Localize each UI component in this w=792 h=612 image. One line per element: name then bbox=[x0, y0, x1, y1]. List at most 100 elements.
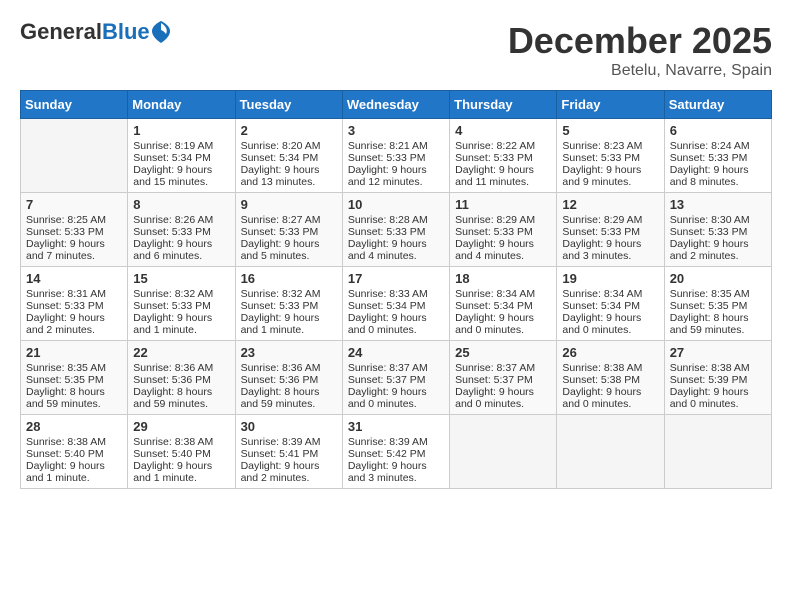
sunset-text: Sunset: 5:33 PM bbox=[241, 300, 337, 312]
daylight-text: Daylight: 9 hours and 0 minutes. bbox=[562, 386, 658, 410]
sunrise-text: Sunrise: 8:28 AM bbox=[348, 214, 444, 226]
day-number: 2 bbox=[241, 123, 337, 138]
calendar-table: SundayMondayTuesdayWednesdayThursdayFrid… bbox=[20, 90, 772, 489]
sunset-text: Sunset: 5:33 PM bbox=[455, 226, 551, 238]
weekday-header-monday: Monday bbox=[128, 91, 235, 119]
day-number: 21 bbox=[26, 345, 122, 360]
calendar-cell: 29 Sunrise: 8:38 AMSunset: 5:40 PMDayligh… bbox=[128, 415, 235, 489]
calendar-week-row: 21Sunrise: 8:35 AMSunset: 5:35 PMDayligh… bbox=[21, 341, 772, 415]
day-number: 29 bbox=[133, 419, 229, 434]
calendar-cell bbox=[450, 415, 557, 489]
calendar-week-row: 1Sunrise: 8:19 AMSunset: 5:34 PMDaylight… bbox=[21, 119, 772, 193]
day-number: 25 bbox=[455, 345, 551, 360]
weekday-header-row: SundayMondayTuesdayWednesdayThursdayFrid… bbox=[21, 91, 772, 119]
weekday-header-wednesday: Wednesday bbox=[342, 91, 449, 119]
daylight-text: Daylight: 9 hours and 11 minutes. bbox=[455, 164, 551, 188]
daylight-text: Daylight: 9 hours and 13 minutes. bbox=[241, 164, 337, 188]
day-number: 14 bbox=[26, 271, 122, 286]
sunset-text: Sunset: 5:36 PM bbox=[133, 374, 229, 386]
calendar-cell bbox=[557, 415, 664, 489]
daylight-text: Daylight: 9 hours and 0 minutes. bbox=[562, 312, 658, 336]
day-number: 17 bbox=[348, 271, 444, 286]
sunset-text: Sunset: 5:33 PM bbox=[562, 226, 658, 238]
calendar-cell: 24Sunrise: 8:37 AMSunset: 5:37 PMDayligh… bbox=[342, 341, 449, 415]
calendar-cell: 27Sunrise: 8:38 AMSunset: 5:39 PMDayligh… bbox=[664, 341, 771, 415]
sunset-text: Sunset: 5:39 PM bbox=[670, 374, 766, 386]
day-number: 19 bbox=[562, 271, 658, 286]
sunrise-text: Sunrise: 8:32 AM bbox=[241, 288, 337, 300]
daylight-text: Daylight: 9 hours and 2 minutes. bbox=[241, 460, 337, 484]
sunset-text: Sunset: 5:33 PM bbox=[241, 226, 337, 238]
sunrise-text: Sunrise: 8:33 AM bbox=[348, 288, 444, 300]
weekday-header-sunday: Sunday bbox=[21, 91, 128, 119]
sunrise-text: Sunrise: 8:35 AM bbox=[670, 288, 766, 300]
calendar-cell: 8Sunrise: 8:26 AMSunset: 5:33 PMDaylight… bbox=[128, 193, 235, 267]
sunset-text: Sunset: 5:40 PM bbox=[133, 448, 229, 460]
sunset-text: Sunset: 5:41 PM bbox=[241, 448, 337, 460]
calendar-cell bbox=[21, 119, 128, 193]
sunrise-text: Sunrise: 8:21 AM bbox=[348, 140, 444, 152]
sunset-text: Sunset: 5:38 PM bbox=[562, 374, 658, 386]
day-number: 20 bbox=[670, 271, 766, 286]
sunset-text: Sunset: 5:36 PM bbox=[241, 374, 337, 386]
sunset-text: Sunset: 5:37 PM bbox=[455, 374, 551, 386]
calendar-cell: 22Sunrise: 8:36 AMSunset: 5:36 PMDayligh… bbox=[128, 341, 235, 415]
calendar-cell: 31Sunrise: 8:39 AMSunset: 5:42 PMDayligh… bbox=[342, 415, 449, 489]
calendar-cell: 26Sunrise: 8:38 AMSunset: 5:38 PMDayligh… bbox=[557, 341, 664, 415]
sunset-text: Sunset: 5:33 PM bbox=[455, 152, 551, 164]
logo-bird-icon bbox=[152, 21, 170, 43]
day-number: 11 bbox=[455, 197, 551, 212]
calendar-cell: 25Sunrise: 8:37 AMSunset: 5:37 PMDayligh… bbox=[450, 341, 557, 415]
month-title: December 2025 bbox=[508, 20, 772, 62]
sunset-text: Sunset: 5:35 PM bbox=[670, 300, 766, 312]
daylight-text: Daylight: 9 hours and 0 minutes. bbox=[455, 312, 551, 336]
calendar-week-row: 28Sunrise: 8:38 AMSunset: 5:40 PMDayligh… bbox=[21, 415, 772, 489]
calendar-cell: 11Sunrise: 8:29 AMSunset: 5:33 PMDayligh… bbox=[450, 193, 557, 267]
sunset-text: Sunset: 5:34 PM bbox=[133, 152, 229, 164]
daylight-text: Daylight: 9 hours and 2 minutes. bbox=[26, 312, 122, 336]
calendar-week-row: 14Sunrise: 8:31 AMSunset: 5:33 PMDayligh… bbox=[21, 267, 772, 341]
sunset-text: Sunset: 5:34 PM bbox=[241, 152, 337, 164]
calendar-cell bbox=[664, 415, 771, 489]
calendar-cell: 6Sunrise: 8:24 AMSunset: 5:33 PMDaylight… bbox=[664, 119, 771, 193]
sunrise-text: Sunrise: 8:38 AM bbox=[670, 362, 766, 374]
sunrise-text: Sunrise: 8:24 AM bbox=[670, 140, 766, 152]
sunset-text: Sunset: 5:33 PM bbox=[348, 226, 444, 238]
sunset-text: Sunset: 5:33 PM bbox=[348, 152, 444, 164]
weekday-header-tuesday: Tuesday bbox=[235, 91, 342, 119]
day-number: 28 bbox=[26, 419, 122, 434]
daylight-text: Daylight: 9 hours and 9 minutes. bbox=[562, 164, 658, 188]
calendar-cell: 3Sunrise: 8:21 AMSunset: 5:33 PMDaylight… bbox=[342, 119, 449, 193]
logo-blue-text: Blue bbox=[102, 19, 150, 44]
sunset-text: Sunset: 5:34 PM bbox=[562, 300, 658, 312]
day-number: 3 bbox=[348, 123, 444, 138]
calendar-cell: 28Sunrise: 8:38 AMSunset: 5:40 PMDayligh… bbox=[21, 415, 128, 489]
sunrise-text: Sunrise: 8:39 AM bbox=[348, 436, 444, 448]
calendar-cell: 7Sunrise: 8:25 AMSunset: 5:33 PMDaylight… bbox=[21, 193, 128, 267]
weekday-header-friday: Friday bbox=[557, 91, 664, 119]
day-number: 24 bbox=[348, 345, 444, 360]
sunrise-text: Sunrise: 8:20 AM bbox=[241, 140, 337, 152]
sunrise-text: Sunrise: 8:36 AM bbox=[133, 362, 229, 374]
sunset-text: Sunset: 5:33 PM bbox=[670, 152, 766, 164]
calendar-cell: 14Sunrise: 8:31 AMSunset: 5:33 PMDayligh… bbox=[21, 267, 128, 341]
daylight-text: Daylight: 9 hours and 3 minutes. bbox=[348, 460, 444, 484]
calendar-cell: 16Sunrise: 8:32 AMSunset: 5:33 PMDayligh… bbox=[235, 267, 342, 341]
day-number: 15 bbox=[133, 271, 229, 286]
daylight-text: Daylight: 9 hours and 1 minute. bbox=[133, 460, 229, 484]
sunrise-text: Sunrise: 8:34 AM bbox=[455, 288, 551, 300]
calendar-cell: 10Sunrise: 8:28 AMSunset: 5:33 PMDayligh… bbox=[342, 193, 449, 267]
sunset-text: Sunset: 5:34 PM bbox=[455, 300, 551, 312]
page-header: GeneralBlue December 2025 Betelu, Navarr… bbox=[20, 20, 772, 80]
title-block: December 2025 Betelu, Navarre, Spain bbox=[508, 20, 772, 80]
sunrise-text: Sunrise: 8:38 AM bbox=[133, 436, 229, 448]
calendar-cell: 19Sunrise: 8:34 AMSunset: 5:34 PMDayligh… bbox=[557, 267, 664, 341]
day-number: 8 bbox=[133, 197, 229, 212]
daylight-text: Daylight: 9 hours and 6 minutes. bbox=[133, 238, 229, 262]
weekday-header-saturday: Saturday bbox=[664, 91, 771, 119]
sunrise-text: Sunrise: 8:30 AM bbox=[670, 214, 766, 226]
sunrise-text: Sunrise: 8:29 AM bbox=[455, 214, 551, 226]
daylight-text: Daylight: 9 hours and 4 minutes. bbox=[348, 238, 444, 262]
daylight-text: Daylight: 9 hours and 5 minutes. bbox=[241, 238, 337, 262]
sunrise-text: Sunrise: 8:37 AM bbox=[455, 362, 551, 374]
